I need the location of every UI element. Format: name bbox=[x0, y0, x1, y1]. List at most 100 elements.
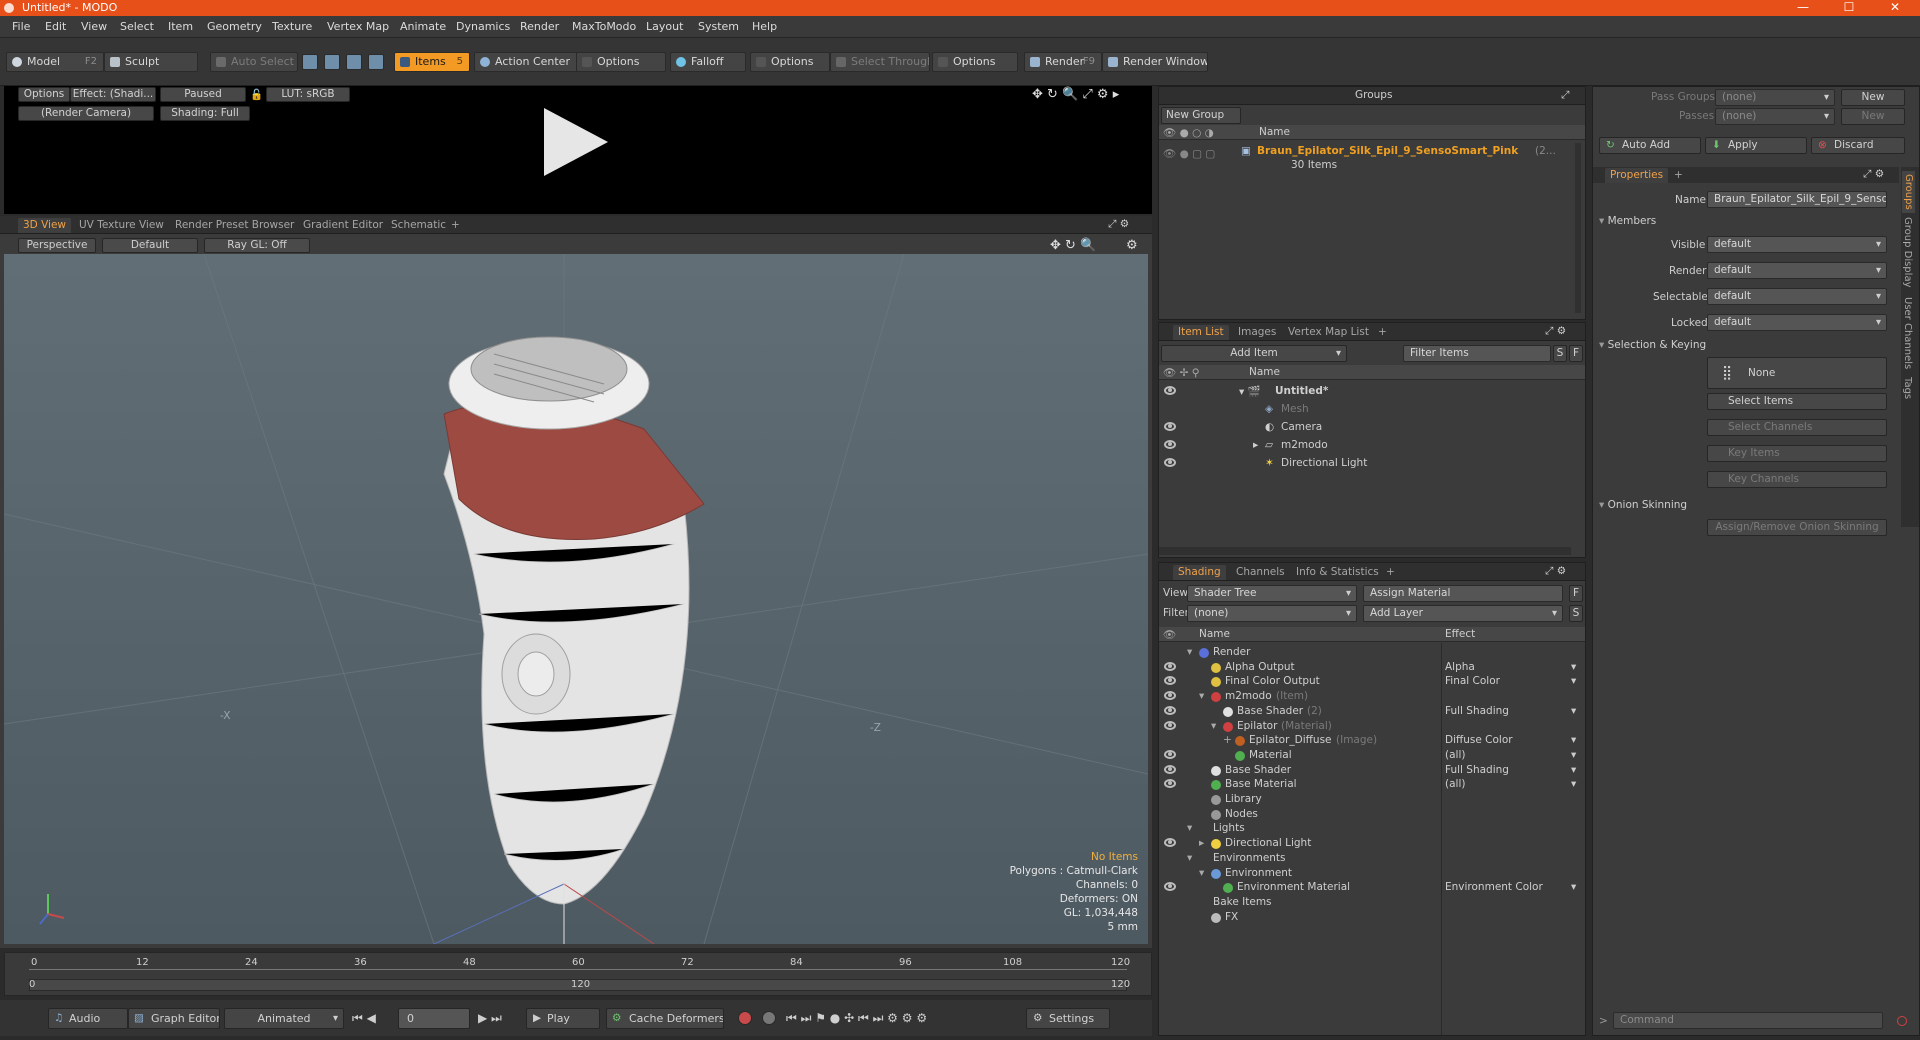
shader-tree-dropdown[interactable]: Shader Tree bbox=[1187, 585, 1357, 602]
cache-deformers-button[interactable]: ⚙ Cache Deformers bbox=[606, 1008, 724, 1029]
effect-dropdown-arrow-icon[interactable]: ▾ bbox=[1571, 675, 1576, 687]
tab-3d-view[interactable]: 3D View bbox=[18, 218, 72, 233]
filter-dropdown[interactable]: (none) bbox=[1187, 605, 1357, 622]
shader-row[interactable]: Library bbox=[1159, 792, 1585, 807]
add-tab-button[interactable]: + bbox=[1373, 325, 1392, 340]
effect-dropdown-arrow-icon[interactable]: ▾ bbox=[1571, 705, 1576, 717]
tab-schematic[interactable]: Schematic bbox=[386, 218, 451, 233]
material-mode-icon[interactable] bbox=[368, 54, 384, 70]
visibility-eye-icon[interactable] bbox=[1164, 386, 1176, 395]
shading-s-button[interactable]: S bbox=[1569, 605, 1583, 622]
preview-effect-dropdown[interactable]: Effect: (Shadi... bbox=[70, 87, 156, 102]
add-tab-button[interactable]: + bbox=[1669, 168, 1688, 183]
selectable-dropdown[interactable]: default bbox=[1707, 288, 1887, 305]
expand-arrow-icon[interactable]: + bbox=[1223, 734, 1232, 746]
visibility-eye-icon[interactable] bbox=[1164, 661, 1176, 671]
side-tab-groups[interactable]: Groups bbox=[1902, 171, 1915, 213]
shading-f-button[interactable]: F bbox=[1569, 585, 1583, 602]
transport-end-icons[interactable]: ▶ ⏭ bbox=[478, 1011, 502, 1026]
itemlist-hscrollbar[interactable] bbox=[1159, 547, 1571, 555]
close-button[interactable]: ✕ bbox=[1872, 0, 1918, 16]
shader-row[interactable]: ▾ Environments bbox=[1159, 851, 1585, 866]
visibility-eye-icon[interactable] bbox=[1164, 779, 1176, 789]
viewport-nav-icons[interactable]: ✥ ↻ 🔍 bbox=[1050, 238, 1096, 253]
visibility-eye-icon[interactable] bbox=[1164, 458, 1176, 467]
polygon-mode-icon[interactable] bbox=[346, 54, 362, 70]
graph-editor-button[interactable]: ▨ Graph Editor bbox=[128, 1008, 220, 1029]
tab-shading[interactable]: Shading bbox=[1173, 565, 1226, 580]
model-mode-button[interactable]: Model F2 bbox=[6, 52, 104, 72]
expand-arrow-icon[interactable]: ▾ bbox=[1187, 852, 1192, 864]
locked-dropdown[interactable]: default bbox=[1707, 314, 1887, 331]
menu-dynamics[interactable]: Dynamics bbox=[456, 20, 510, 33]
animated-dropdown[interactable]: Animated bbox=[224, 1008, 344, 1029]
shader-row[interactable]: + Epilator_Diffuse (Image) Diffuse Color ▾ bbox=[1159, 733, 1585, 748]
add-item-dropdown[interactable]: Add Item bbox=[1161, 345, 1347, 362]
preview-options-button[interactable]: Options bbox=[18, 87, 70, 102]
shader-row[interactable]: Material (all) ▾ bbox=[1159, 748, 1585, 763]
expand-arrow-icon[interactable]: ▸ bbox=[1199, 837, 1204, 849]
effect-dropdown-arrow-icon[interactable]: ▾ bbox=[1571, 881, 1576, 893]
itemlist-s-button[interactable]: S bbox=[1553, 345, 1567, 362]
menu-help[interactable]: Help bbox=[752, 20, 777, 33]
menu-edit[interactable]: Edit bbox=[45, 20, 66, 33]
groups-expand-icon[interactable]: ⤢ bbox=[1561, 89, 1569, 102]
frame-input[interactable]: 0 bbox=[398, 1008, 470, 1029]
group-name-input[interactable]: Braun_Epilator_Silk_Epil_9_SensoSm bbox=[1707, 191, 1887, 208]
sculpt-mode-button[interactable]: Sculpt bbox=[104, 52, 198, 72]
tab-gradient-editor[interactable]: Gradient Editor bbox=[298, 218, 388, 233]
vertex-mode-icon[interactable] bbox=[302, 54, 318, 70]
key-nav-icons[interactable]: ⏮ ⏭ ⚑ ● ✣ ⏮ ⏭ ⚙ ⚙ ⚙ bbox=[786, 1011, 927, 1026]
visibility-eye-icon[interactable] bbox=[1164, 764, 1176, 774]
members-section[interactable]: Members bbox=[1599, 215, 1657, 227]
edge-mode-icon[interactable] bbox=[324, 54, 340, 70]
menu-file[interactable]: File bbox=[12, 20, 30, 33]
expand-arrow-icon[interactable]: ▾ bbox=[1187, 646, 1192, 658]
itemlist-f-button[interactable]: F bbox=[1569, 345, 1583, 362]
shader-row-effect[interactable]: Diffuse Color bbox=[1445, 734, 1513, 746]
tab-properties[interactable]: Properties bbox=[1605, 168, 1669, 183]
add-tab-button[interactable]: + bbox=[446, 218, 465, 233]
visibility-eye-icon[interactable] bbox=[1164, 676, 1176, 686]
raygl-toggle[interactable]: Ray GL: Off bbox=[204, 238, 310, 253]
side-tab-group-display[interactable]: Group Display bbox=[1902, 217, 1913, 287]
visibility-eye-icon[interactable] bbox=[1164, 882, 1176, 892]
effect-dropdown-arrow-icon[interactable]: ▾ bbox=[1571, 749, 1576, 761]
tab-info-statistics[interactable]: Info & Statistics bbox=[1291, 565, 1384, 580]
shader-row-effect[interactable]: Environment Color bbox=[1445, 881, 1543, 893]
key-channels-button[interactable]: Key Channels bbox=[1707, 471, 1887, 488]
effect-dropdown-arrow-icon[interactable]: ▾ bbox=[1571, 661, 1576, 673]
item-row-untitled[interactable]: ▾ 🎬 Untitled* bbox=[1159, 383, 1585, 401]
items-mode-button[interactable]: Items 5 bbox=[394, 52, 470, 72]
assign-onion-skinning-button[interactable]: Assign/Remove Onion Skinning bbox=[1707, 519, 1887, 536]
shader-row[interactable]: Final Color Output Final Color ▾ bbox=[1159, 674, 1585, 689]
settings-button[interactable]: ⚙ Settings bbox=[1026, 1008, 1110, 1029]
apply-button[interactable]: ⬇ Apply bbox=[1705, 137, 1807, 154]
expand-arrow-icon[interactable]: ▾ 🎬 bbox=[1239, 385, 1261, 398]
maximize-button[interactable]: ☐ bbox=[1826, 0, 1872, 16]
viewport-settings-icon[interactable]: ⚙ bbox=[1126, 238, 1138, 253]
selection-keying-section[interactable]: Selection & Keying bbox=[1599, 339, 1707, 351]
play-button[interactable]: ▶ Play bbox=[526, 1008, 600, 1029]
tab-item-list[interactable]: Item List bbox=[1173, 325, 1229, 340]
menu-geometry[interactable]: Geometry bbox=[207, 20, 262, 33]
passes-dropdown[interactable]: (none) bbox=[1715, 108, 1835, 125]
select-through-button[interactable]: Select Through bbox=[830, 52, 930, 72]
timeline[interactable]: 0 12 24 36 48 60 72 84 96 108 120 0 120 … bbox=[4, 952, 1152, 996]
expand-arrow-icon[interactable]: ▸ bbox=[1253, 439, 1258, 451]
play-icon[interactable] bbox=[544, 108, 608, 176]
menu-texture[interactable]: Texture bbox=[272, 20, 312, 33]
menu-animate[interactable]: Animate bbox=[400, 20, 446, 33]
minimize-button[interactable]: — bbox=[1780, 0, 1826, 16]
item-row-m2modo[interactable]: ▸ ▱ m2modo bbox=[1159, 437, 1585, 455]
record-icon[interactable] bbox=[738, 1011, 752, 1025]
expand-icon[interactable]: ⤢ ⚙ bbox=[1108, 218, 1129, 231]
side-tab-user-channels[interactable]: User Channels bbox=[1902, 297, 1913, 369]
new-pass-group-button[interactable]: New bbox=[1841, 89, 1905, 106]
onion-skinning-section[interactable]: Onion Skinning bbox=[1599, 499, 1687, 511]
transport-start-icons[interactable]: ⏮ ◀ bbox=[352, 1011, 376, 1026]
key-items-button[interactable]: Key Items bbox=[1707, 445, 1887, 462]
menu-maxtomodo[interactable]: MaxToModo bbox=[572, 20, 636, 33]
expand-arrow-icon[interactable]: ▾ bbox=[1187, 822, 1192, 834]
perspective-dropdown[interactable]: Perspective bbox=[18, 238, 96, 253]
